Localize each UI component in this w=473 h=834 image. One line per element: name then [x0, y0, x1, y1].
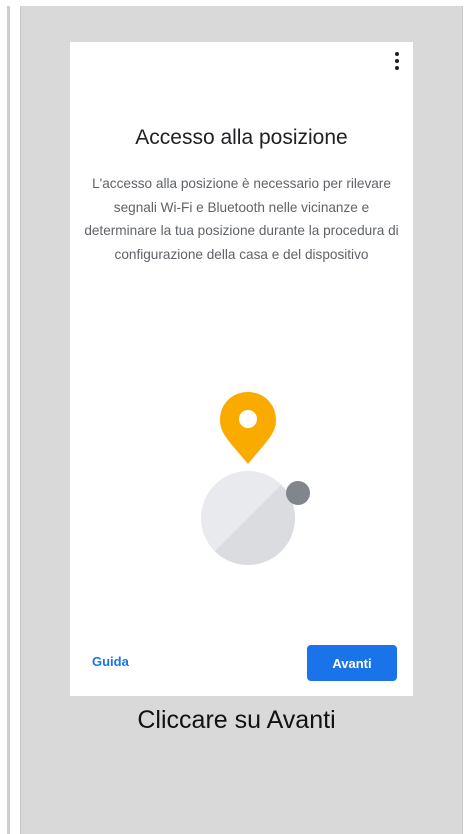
location-pin-icon: [220, 392, 276, 464]
phone-screen: Accesso alla posizione L'accesso alla po…: [70, 42, 413, 696]
more-vert-dot: [395, 66, 399, 70]
help-link[interactable]: Guida: [92, 654, 129, 669]
signal-dot: [286, 481, 310, 505]
more-vert-dot: [395, 59, 399, 63]
page: Accesso alla posizione L'accesso alla po…: [0, 0, 473, 834]
location-description: L'accesso alla posizione è necessario pe…: [84, 176, 399, 262]
device-circle: [201, 471, 295, 565]
location-illustration: [201, 392, 310, 565]
more-vert-dot: [395, 52, 399, 56]
next-button[interactable]: Avanti: [307, 645, 397, 681]
more-vert-icon[interactable]: [391, 52, 403, 70]
instruction-caption: Cliccare su Avanti: [137, 706, 336, 734]
page-title: Accesso alla posizione: [135, 126, 348, 149]
